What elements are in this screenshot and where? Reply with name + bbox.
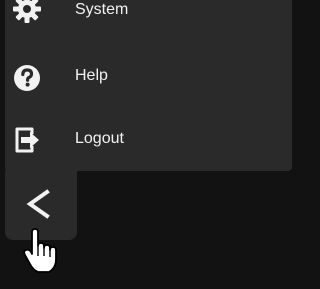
side-menu-panel: System Help Logout bbox=[5, 0, 292, 171]
menu-item-label: Help bbox=[75, 67, 108, 84]
screen: System Help Logout bbox=[0, 0, 297, 289]
hand-pointer-icon bbox=[22, 228, 64, 274]
menu-item-logout[interactable]: Logout bbox=[5, 120, 292, 160]
menu-item-label: Logout bbox=[75, 130, 124, 147]
menu-item-label: System bbox=[75, 1, 129, 18]
gear-icon bbox=[12, 0, 42, 24]
menu-item-help[interactable]: Help bbox=[5, 58, 292, 98]
logout-icon bbox=[12, 125, 42, 155]
menu-item-system[interactable]: System bbox=[5, 0, 292, 30]
question-circle-icon bbox=[12, 63, 42, 93]
chevron-left-icon bbox=[23, 184, 53, 224]
